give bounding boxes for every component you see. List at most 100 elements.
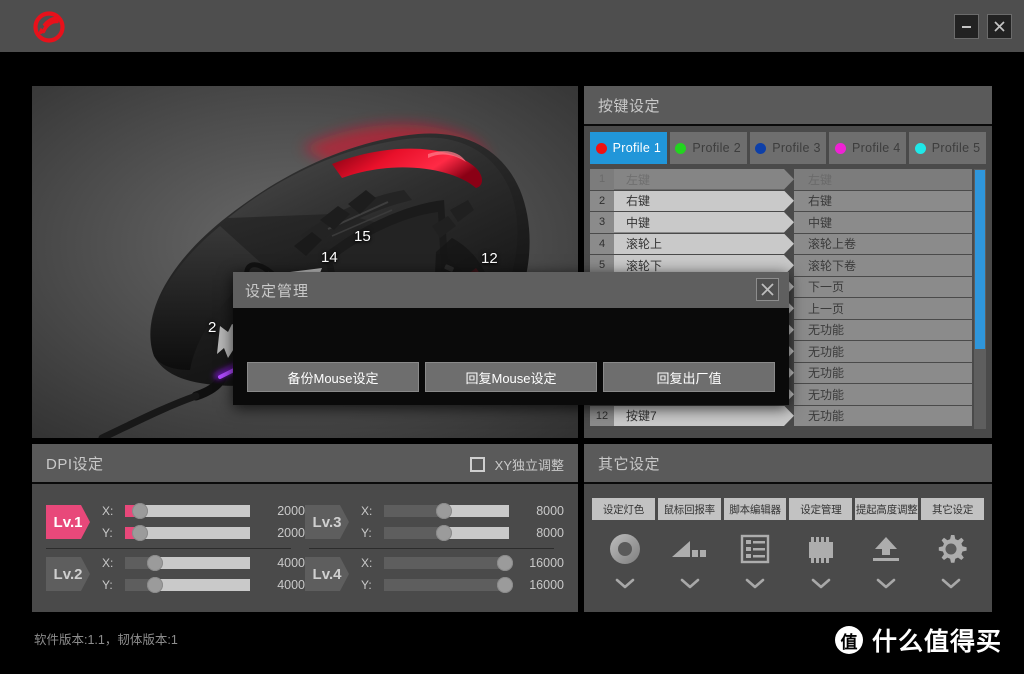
table-row[interactable]: 4 滚轮上 滚轮上卷 [590,233,972,255]
dpi-level-badge[interactable]: Lv.2 [46,557,90,591]
profile-tab-3[interactable]: Profile 3 [749,132,827,164]
row-assigned-function[interactable]: 无功能 [794,384,972,405]
row-button-name[interactable]: 中键 [614,212,794,233]
dialog-button-1[interactable]: 备份Mouse设定 [247,362,419,392]
dpi-levels-grid: Lv.1 X: 2000 Y: 2000 Lv.3 X: 8000 Y: 8000 Lv.2 X: 40… [32,484,578,600]
row-assigned-function[interactable]: 滚轮上卷 [794,233,972,254]
chevron-down-icon[interactable] [615,576,635,594]
ring-light-icon[interactable] [605,530,645,568]
dpi-slider-x[interactable] [384,555,514,571]
dpi-slider-thumb[interactable] [132,503,148,519]
lift-up-icon[interactable] [866,530,906,568]
dpi-slider-y[interactable] [125,525,250,541]
xy-independent-checkbox[interactable] [469,456,485,472]
dpi-axis-x: X: 8000 [361,500,564,522]
dpi-slider-x[interactable] [125,503,250,519]
dpi-slider-x[interactable] [125,555,250,571]
other-setting-button-1[interactable]: 设定灯色 [592,498,655,520]
report-rate-icon[interactable] [668,530,712,568]
other-setting-icon-cell-5[interactable] [853,530,918,594]
row-button-name[interactable]: 滚轮上 [614,234,794,255]
other-setting-button-4[interactable]: 设定管理 [789,498,853,520]
row-assigned-function[interactable]: 上一页 [794,298,972,319]
key-list-scroll-thumb[interactable] [975,170,985,350]
watermark: 值 什么值得买 [834,622,1002,658]
close-button[interactable] [987,14,1012,39]
dpi-value-y: 2000 [277,526,305,540]
brand-logo-icon [32,10,66,44]
profile-tab-2[interactable]: Profile 2 [669,132,747,164]
dpi-slider-thumb[interactable] [497,555,514,571]
other-setting-icon-cell-3[interactable] [723,530,788,594]
row-assigned-function[interactable]: 无功能 [794,319,972,340]
dpi-level-badge[interactable]: Lv.3 [305,505,349,539]
dpi-axis-label: Y: [361,526,372,540]
other-setting-button-2[interactable]: 鼠标回报率 [657,498,721,520]
dpi-axis-label: X: [361,504,373,518]
dpi-slider-thumb[interactable] [436,525,452,541]
dpi-slider-thumb[interactable] [147,577,163,593]
profile-tab-1[interactable]: Profile 1 [590,132,667,164]
dpi-slider-thumb[interactable] [436,503,452,519]
table-row[interactable]: 12 按键7 无功能 [590,405,972,427]
dpi-slider-fill [384,579,506,591]
row-assigned-function[interactable]: 右键 [794,190,972,211]
table-row[interactable]: 3 中键 中键 [590,212,972,234]
dialog-button-2[interactable]: 回复Mouse设定 [425,362,597,392]
profile-tab-5[interactable]: Profile 5 [909,132,986,164]
row-button-name[interactable]: 按键7 [614,406,794,427]
dialog-buttons: 备份Mouse设定 回复Mouse设定 回复出厂值 [247,362,775,392]
chip-icon[interactable] [801,530,841,568]
row-assigned-function[interactable]: 无功能 [794,341,972,362]
other-setting-button-3[interactable]: 脚本编辑器 [723,498,787,520]
row-assigned-function[interactable]: 滚轮下卷 [794,255,972,276]
xy-independent-toggle[interactable]: XY独立调整 [469,444,564,484]
dpi-axes: X: 2000 Y: 2000 [102,500,305,544]
chevron-down-icon[interactable] [745,576,765,594]
other-setting-icon-cell-2[interactable] [657,530,722,594]
other-setting-button-5[interactable]: 提起高度调整 [855,498,919,520]
dpi-value-y: 4000 [277,578,305,592]
dpi-slider-y[interactable] [125,577,250,593]
profile-color-dot-icon [595,142,607,154]
other-setting-icon-cell-4[interactable] [788,530,853,594]
row-assigned-function[interactable]: 下一页 [794,276,972,297]
gear-icon[interactable] [931,530,971,568]
close-icon[interactable] [756,278,779,301]
chevron-down-icon[interactable] [680,576,700,594]
dpi-slider-thumb[interactable] [147,555,163,571]
row-index: 2 [590,190,614,211]
row-assigned-function[interactable]: 左键 [794,169,972,190]
minimize-button[interactable] [954,14,979,39]
row-assigned-function[interactable]: 无功能 [794,405,972,426]
dpi-slider-thumb[interactable] [132,525,148,541]
chevron-down-icon[interactable] [811,576,831,594]
profile-tab-4[interactable]: Profile 4 [829,132,907,164]
profile-color-dot-icon [675,142,687,154]
dpi-slider-y[interactable] [384,525,509,541]
table-row[interactable]: 1 左键 左键 [590,169,972,191]
script-list-icon[interactable] [736,530,774,568]
dpi-slider-y[interactable] [384,577,514,593]
row-assigned-function[interactable]: 无功能 [794,362,972,383]
dpi-level-badge[interactable]: Lv.1 [46,505,90,539]
table-row[interactable]: 2 右键 右键 [590,190,972,212]
other-setting-button-6[interactable]: 其它设定 [921,498,984,520]
profile-color-dot-icon [755,142,767,154]
other-settings-body: 设定灯色 鼠标回报率 脚本编辑器 设定管理 提起高度调整 其它设定 [584,484,992,594]
dpi-axes: X: 8000 Y: 8000 [361,500,564,544]
dpi-row-top: Lv.1 X: 2000 Y: 2000 Lv.3 X: 8000 Y: 8000 [46,496,564,548]
dpi-axis-x: X: 16000 [361,552,564,574]
row-button-name[interactable]: 右键 [614,191,794,212]
row-assigned-function[interactable]: 中键 [794,212,972,233]
dpi-level-badge[interactable]: Lv.4 [305,557,349,591]
row-button-name[interactable]: 左键 [614,169,794,190]
dialog-button-3[interactable]: 回复出厂值 [603,362,775,392]
dpi-slider-x[interactable] [384,503,509,519]
other-setting-icon-cell-6[interactable] [919,530,984,594]
key-list-scrollbar[interactable] [974,169,986,429]
chevron-down-icon[interactable] [876,576,896,594]
dpi-slider-thumb[interactable] [497,577,514,593]
chevron-down-icon[interactable] [941,576,961,594]
other-setting-icon-cell-1[interactable] [592,530,657,594]
